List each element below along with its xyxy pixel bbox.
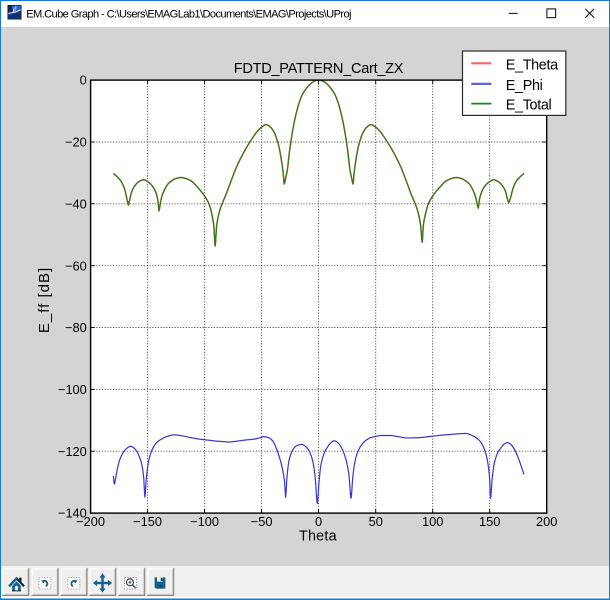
svg-text:−80: −80 xyxy=(65,320,87,335)
svg-text:0: 0 xyxy=(80,73,87,88)
svg-text:EM.Cube Graph - C:\Users\EMAGL: EM.Cube Graph - C:\Users\EMAGLab1\Docume… xyxy=(26,9,351,21)
svg-text:150: 150 xyxy=(479,514,500,529)
svg-text:−120: −120 xyxy=(58,444,87,459)
svg-text:E_Total: E_Total xyxy=(506,98,552,114)
svg-text:−100: −100 xyxy=(190,514,219,529)
svg-text:FDTD_PATTERN_Cart_ZX: FDTD_PATTERN_Cart_ZX xyxy=(234,61,404,77)
svg-text:−20: −20 xyxy=(65,135,87,150)
svg-text:−100: −100 xyxy=(58,382,87,397)
svg-text:−140: −140 xyxy=(58,506,87,521)
svg-text:100: 100 xyxy=(422,514,443,529)
svg-text:−40: −40 xyxy=(65,196,87,211)
svg-text:−60: −60 xyxy=(65,258,87,273)
svg-text:200: 200 xyxy=(536,514,557,529)
svg-text:E_Theta: E_Theta xyxy=(506,57,558,73)
svg-text:E_Phi: E_Phi xyxy=(506,78,543,94)
svg-text:0: 0 xyxy=(315,514,322,529)
svg-text:−150: −150 xyxy=(133,514,162,529)
svg-text:Theta: Theta xyxy=(299,529,337,545)
svg-text:50: 50 xyxy=(369,514,383,529)
svg-text:−50: −50 xyxy=(251,514,273,529)
svg-text:E_ff [dB]: E_ff [dB] xyxy=(36,267,53,333)
